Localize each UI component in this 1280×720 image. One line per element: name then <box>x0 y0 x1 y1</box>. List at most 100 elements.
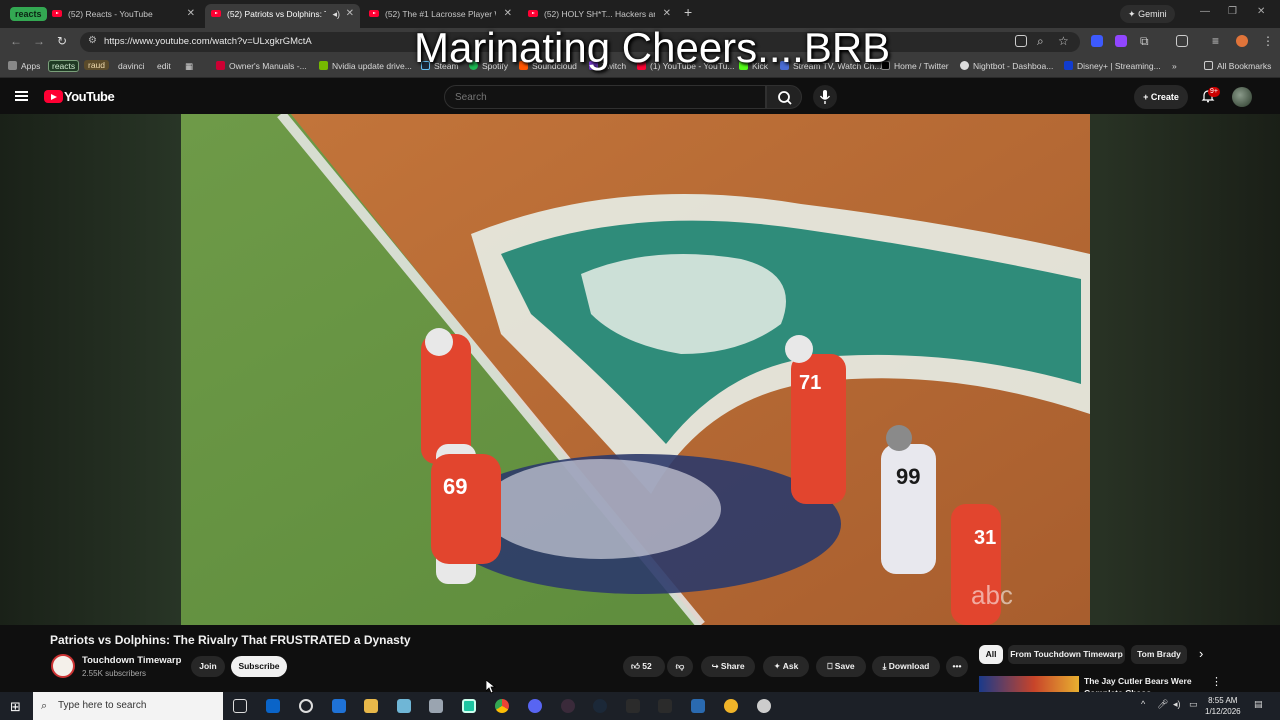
bookmark-grid-icon[interactable]: ▦ <box>185 61 193 72</box>
taskbar-search-box[interactable]: ⌕ Type here to search <box>33 692 223 720</box>
bookmark-disney[interactable]: Disney+ | Streaming... <box>1064 61 1161 71</box>
app-icon[interactable] <box>397 699 411 713</box>
tab-group-label[interactable]: reacts <box>10 7 47 21</box>
close-tab-icon[interactable]: ✕ <box>504 4 512 24</box>
microphone-tray-icon[interactable]: 🎤︎ <box>1157 699 1168 710</box>
obs-icon[interactable] <box>561 699 575 713</box>
search-icon <box>778 91 792 105</box>
youtube-favicon-icon <box>528 10 538 17</box>
close-tab-icon[interactable]: ✕ <box>346 4 354 24</box>
app-icon[interactable] <box>658 699 672 713</box>
bookmark-twitter[interactable]: Home / Twitter <box>881 61 949 71</box>
window-close-icon[interactable]: ✕ <box>1257 6 1265 17</box>
profile-avatar-icon[interactable] <box>1236 35 1248 47</box>
discord-icon[interactable] <box>528 699 542 713</box>
install-app-icon[interactable] <box>1015 35 1027 47</box>
site-info-icon[interactable]: ⚙ <box>88 35 97 46</box>
chip-tom-brady[interactable]: Tom Brady <box>1131 645 1187 664</box>
all-bookmarks[interactable]: All Bookmarks <box>1204 61 1271 71</box>
app-icon[interactable] <box>691 699 705 713</box>
bookmark-folder-edit[interactable]: edit <box>157 61 171 71</box>
bookmark-apps[interactable]: Apps <box>8 61 40 71</box>
join-button[interactable]: Join <box>191 656 225 677</box>
browser-menu-icon[interactable]: ⋮ <box>1262 34 1274 48</box>
tab-hackers[interactable]: (52) HOLY SH*T... Hackers are u ✕ <box>522 4 677 24</box>
share-button[interactable]: ↪ Share <box>701 656 755 677</box>
settings-gear-icon[interactable] <box>299 699 313 713</box>
ask-button[interactable]: ✦ Ask <box>763 656 809 677</box>
side-panel-icon[interactable] <box>1176 35 1188 47</box>
more-actions-icon[interactable]: ••• <box>946 656 968 677</box>
forward-arrow-icon[interactable]: → <box>33 34 45 48</box>
chips-next-chevron-icon[interactable]: › <box>1199 646 1203 661</box>
tray-chevron-icon[interactable]: ^ <box>1141 699 1145 709</box>
like-button[interactable]: 👍︎ 52 <box>623 656 665 677</box>
create-label: Create <box>1150 92 1179 102</box>
youtube-logo-icon[interactable] <box>44 90 63 103</box>
media-controls-icon[interactable]: ≡ <box>1212 34 1219 48</box>
bookmark-folder-reacts[interactable]: reacts <box>48 60 80 72</box>
voice-search-button[interactable] <box>813 85 837 109</box>
zoom-icon[interactable]: ⌕ <box>1037 34 1044 49</box>
obs-companion-icon[interactable] <box>462 699 476 713</box>
notification-count-badge: 9+ <box>1208 87 1220 97</box>
store-icon[interactable] <box>332 699 346 713</box>
account-avatar[interactable] <box>1232 87 1252 107</box>
video-frame-football-image: 69 71 99 31 abc <box>181 114 1090 625</box>
url-text[interactable]: https://www.youtube.com/watch?v=ULxgkrGM… <box>104 36 312 47</box>
extensions-puzzle-icon[interactable]: ⧉ <box>1140 34 1149 49</box>
jersey-number: 99 <box>896 464 920 489</box>
search-button[interactable] <box>766 85 802 109</box>
youtube-wordmark[interactable]: YouTube <box>64 89 115 104</box>
tab-patriots-vs-dolphins[interactable]: (52) Patriots vs Dolphins: Th ◂) ✕ <box>205 4 360 28</box>
tab-reacts[interactable]: (52) Reacts - YouTube ✕ <box>46 4 201 24</box>
app-icon[interactable] <box>429 699 443 713</box>
taskbar-clock[interactable]: 8:55 AM 1/12/2026 <box>1205 695 1241 717</box>
task-view-icon[interactable] <box>233 699 247 713</box>
new-tab-plus-icon[interactable]: + <box>684 4 692 20</box>
hamburger-menu-icon[interactable] <box>15 91 28 101</box>
tab-lacrosse[interactable]: (52) The #1 Lacrosse Player Wh ✕ <box>363 4 518 24</box>
gemini-button[interactable]: ✦ Gemini <box>1120 5 1175 23</box>
video-player[interactable]: 69 71 99 31 abc <box>181 114 1090 625</box>
channel-name[interactable]: Touchdown Timewarp <box>82 655 181 666</box>
download-button[interactable]: ⤓ Download <box>872 656 940 677</box>
app-icon[interactable] <box>724 699 738 713</box>
channel-avatar[interactable] <box>51 654 75 678</box>
windows-start-icon[interactable]: ⊞ <box>10 699 21 715</box>
restore-icon[interactable]: ❐ <box>1228 6 1237 17</box>
suggested-more-icon[interactable]: ⋮ <box>1211 675 1222 688</box>
create-button[interactable]: + Create <box>1134 85 1188 109</box>
app-icon[interactable] <box>757 699 771 713</box>
subscribe-button[interactable]: Subscribe <box>231 656 287 677</box>
minimize-icon[interactable]: — <box>1200 6 1210 17</box>
bookmark-owners-manuals[interactable]: Owner's Manuals -... <box>216 61 307 71</box>
reload-icon[interactable]: ↻ <box>57 34 67 48</box>
bookmarks-overflow-chevron-icon[interactable]: » <box>1172 61 1177 71</box>
youtube-search-input[interactable] <box>444 85 766 109</box>
save-button[interactable]: ⎕ Save <box>816 656 866 677</box>
bookmark-nvidia[interactable]: Nvidia update drive... <box>319 61 412 71</box>
network-icon[interactable]: ▭ <box>1189 699 1198 710</box>
bookmark-folder-raud[interactable]: raud <box>84 60 110 70</box>
twitch-extension-icon[interactable] <box>1115 35 1127 47</box>
bookmark-icon: ⎕ <box>827 661 835 671</box>
back-arrow-icon[interactable]: ← <box>10 34 22 48</box>
chip-all[interactable]: All <box>979 645 1003 664</box>
extension-1-icon[interactable] <box>1091 35 1103 47</box>
chip-from-channel[interactable]: From Touchdown Timewarp <box>1008 645 1125 664</box>
chrome-icon[interactable] <box>495 699 509 713</box>
close-tab-icon[interactable]: ✕ <box>663 4 671 24</box>
volume-icon[interactable]: ◂) <box>1173 699 1181 710</box>
close-tab-icon[interactable]: ✕ <box>187 4 195 24</box>
bookmark-folder-davinci[interactable]: davinci <box>118 61 144 71</box>
speaker-icon[interactable]: ◂) <box>332 4 340 24</box>
app-icon[interactable] <box>626 699 640 713</box>
bookmark-nightbot[interactable]: Nightbot - Dashboa... <box>960 61 1053 71</box>
notification-center-icon[interactable]: ▤ <box>1254 699 1263 710</box>
mail-icon[interactable] <box>266 699 280 713</box>
file-explorer-icon[interactable] <box>364 699 378 713</box>
steam-icon[interactable] <box>593 699 607 713</box>
bookmark-star-icon[interactable]: ☆ <box>1058 34 1069 48</box>
dislike-button[interactable]: 👎︎ <box>667 656 693 677</box>
